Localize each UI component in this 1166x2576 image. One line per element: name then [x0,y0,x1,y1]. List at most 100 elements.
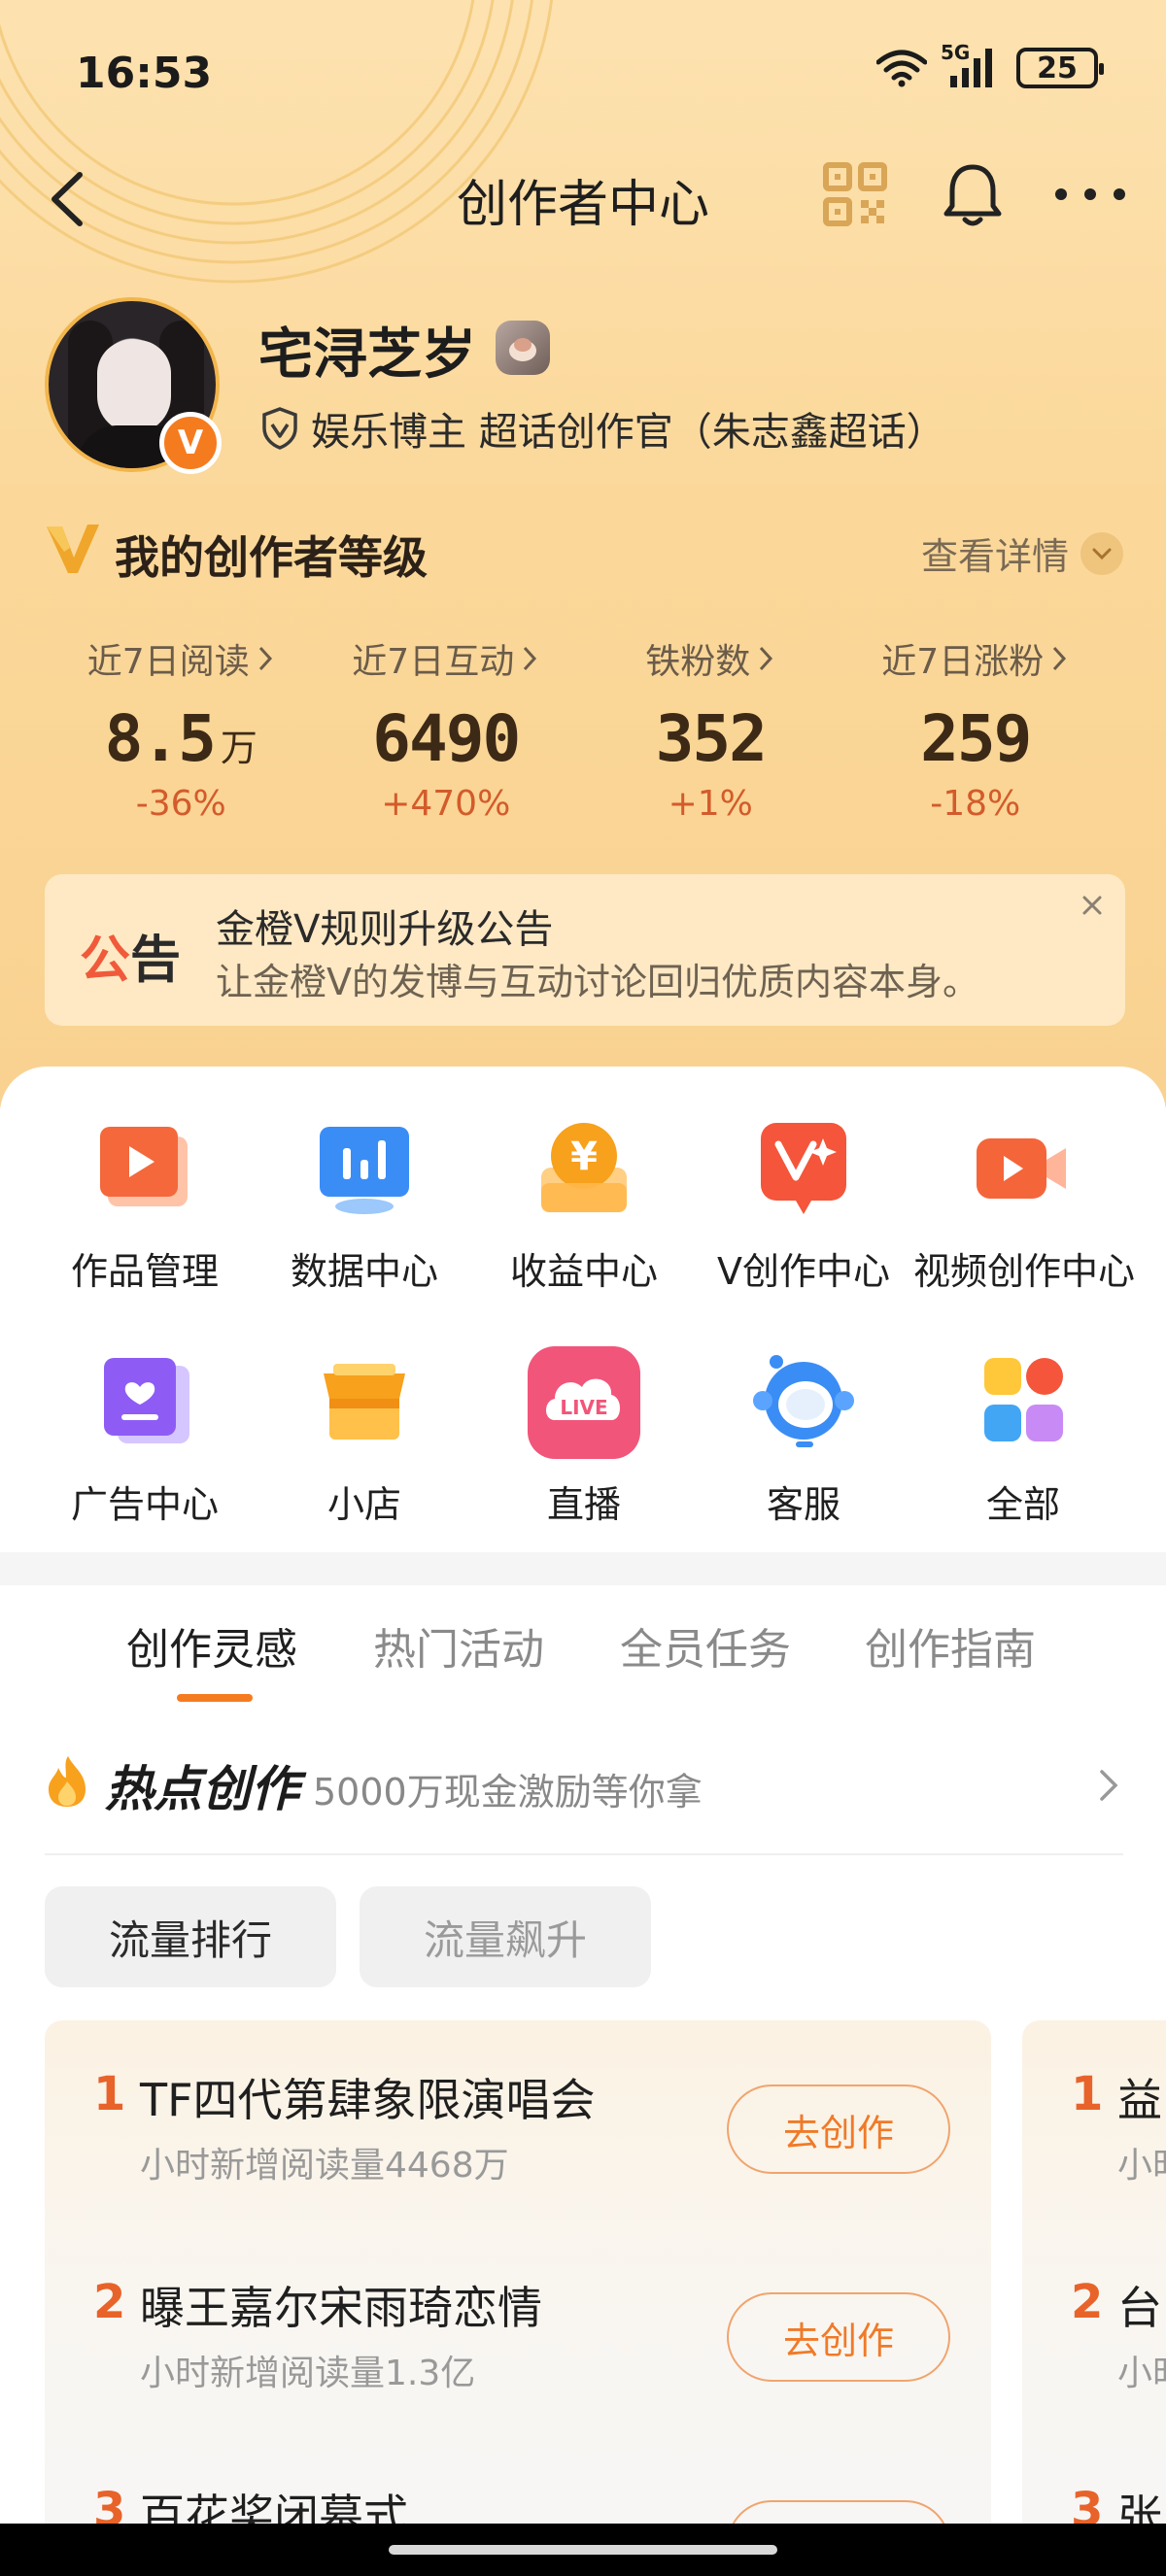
chevron-right-icon [1100,1770,1118,1801]
home-indicator[interactable] [389,2545,777,2555]
tool-all[interactable]: 全部 [913,1344,1133,1528]
close-icon[interactable] [1073,886,1112,925]
go-create-button[interactable]: 去创作 [727,2085,950,2174]
stat-value: 8.5 万 [104,701,257,776]
identity-tag-line[interactable]: 娱乐博主 超话创作官（朱志鑫超话） [258,400,945,457]
flame-icon [49,1756,86,1807]
tool-label: 收益中心 [509,1250,658,1293]
data-center-icon [320,1127,409,1214]
go-create-button[interactable]: 去创作 [727,2292,950,2382]
tool-label: 客服 [766,1483,840,1526]
creator-level-title: 我的创作者等级 [115,531,428,584]
video-creation-icon [977,1138,1066,1199]
username[interactable]: 宅浔芝岁 [258,311,476,390]
stat-change: -18% [930,784,1021,824]
chevron-right-icon [760,646,773,671]
battery-indicator: 25 [1016,48,1104,88]
tab-inspiration[interactable]: 创作灵感 [126,1614,297,1677]
view-details-link[interactable]: 查看详情 [921,526,1123,580]
tool-label: 直播 [546,1483,621,1526]
topic-title: 台 [1117,2282,1162,2334]
tab-creation-guide[interactable]: 创作指南 [865,1614,1036,1677]
qr-code-icon[interactable] [822,161,888,227]
customer-service-icon [753,1355,854,1447]
filter-traffic-surge[interactable]: 流量飙升 [360,1886,651,1987]
tool-live[interactable]: LIVE 直播 [474,1344,694,1528]
tool-label: 小店 [326,1483,401,1526]
stat-change: -36% [135,784,226,824]
tool-earnings-center[interactable]: ¥ 收益中心 [474,1111,694,1295]
creator-level-row: 我的创作者等级 查看详情 [45,519,1123,584]
chevron-down-icon [1080,531,1123,575]
svg-text:¥: ¥ [570,1135,598,1179]
stat-follower-growth[interactable]: 近7日涨粉 259 -18% [843,631,1109,835]
ad-center-icon [104,1358,189,1443]
topic-stat: 小时 [1117,2354,1166,2393]
chevron-right-icon [258,646,272,671]
tool-customer-service[interactable]: 客服 [694,1344,913,1528]
stat-interactions[interactable]: 近7日互动 6490 +470% [314,631,579,835]
stat-value: 6490 [372,701,521,776]
tool-v-creation-center[interactable]: V创作中心 [694,1111,913,1295]
topic-stat: 小时 [1117,2146,1166,2186]
signal-icon: 5G [941,41,1003,89]
nav-bar: 创作者中心 [0,146,1166,253]
stat-iron-fans[interactable]: 铁粉数 352 +1% [578,631,843,835]
chevron-right-icon [1053,646,1067,671]
topic-stat: 小时新增阅读量4468万 [140,2146,509,2186]
rank-number: 1 [1071,2067,1104,2121]
ranking-card-peek[interactable]: 1 益 小时 2 台 小时 3 张 [1022,2020,1166,2576]
live-icon: LIVE [528,1346,640,1459]
topic-stat: 小时新增阅读量1.3亿 [140,2354,476,2393]
topic-title: 曝王嘉尔宋雨琦恋情 [140,2282,542,2334]
ranking-card: 1 TF四代第肆象限演唱会 小时新增阅读量4468万 去创作 2 曝王嘉尔宋雨琦… [45,2020,991,2576]
status-time: 16:53 [76,49,213,98]
rank-number: 2 [93,2275,126,2329]
notification-bell-icon[interactable] [939,159,1007,229]
chevron-right-icon [524,646,537,671]
wifi-icon [876,50,927,87]
tool-label: 视频创作中心 [913,1250,1136,1293]
tool-works-management[interactable]: 作品管理 [35,1111,255,1295]
shield-icon [262,407,297,450]
rank-number: 1 [93,2067,126,2121]
stat-label: 铁粉数 [645,642,751,682]
filter-traffic-ranking[interactable]: 流量排行 [45,1886,336,1987]
tool-label: 广告中心 [70,1483,219,1526]
stat-change: +470% [381,784,511,824]
tool-video-creation-center[interactable]: 视频创作中心 [913,1111,1136,1295]
tool-label: 数据中心 [290,1250,438,1293]
all-apps-icon [984,1358,1063,1441]
announcement-banner[interactable]: 公告 金橙V规则升级公告 让金橙V的发博与互动讨论回归优质内容本身。 [45,874,1125,1026]
status-bar: 16:53 5G 25 [0,0,1166,146]
stats-row: 近7日阅读 8.5 万 -36% 近7日互动 6490 +470% 铁粉数 352… [49,631,1108,835]
announcement-tag: 公告 [80,932,182,990]
earnings-center-icon: ¥ [541,1123,627,1212]
tool-shop[interactable]: 小店 [255,1344,474,1528]
topic-title: 益 [1117,2074,1162,2126]
announcement-title: 金橙V规则升级公告 [216,907,554,952]
stat-label: 近7日涨粉 [881,642,1045,682]
stat-value: 352 [655,701,768,776]
active-tab-indicator [177,1694,253,1702]
user-level-icon[interactable] [496,321,550,375]
list-item[interactable]: 2 曝王嘉尔宋雨琦恋情 小时新增阅读量1.3亿 去创作 [45,2228,991,2423]
divider [45,1853,1123,1855]
stat-value: 259 [920,701,1032,776]
v-creation-center-icon [761,1123,846,1214]
tool-ad-center[interactable]: 广告中心 [35,1344,255,1528]
hot-creation-header[interactable]: 热点创作 5000万现金激励等你拿 [45,1750,1123,1828]
list-item[interactable]: 1 TF四代第肆象限演唱会 小时新增阅读量4468万 去创作 [45,2020,991,2215]
stat-label: 近7日互动 [352,642,515,682]
tab-bar: 创作灵感 热门活动 全员任务 创作指南 [0,1614,1166,1712]
tool-data-center[interactable]: 数据中心 [255,1111,474,1295]
stat-reads[interactable]: 近7日阅读 8.5 万 -36% [49,631,314,835]
rank-number: 2 [1071,2275,1104,2329]
tab-hot-events[interactable]: 热门活动 [373,1614,544,1677]
stat-label: 近7日阅读 [86,642,250,682]
more-options-icon[interactable] [1049,175,1131,214]
tab-all-tasks[interactable]: 全员任务 [620,1614,791,1677]
topic-title: TF四代第肆象限演唱会 [140,2074,596,2126]
verified-badge: V [159,412,222,474]
works-management-icon [100,1127,188,1206]
